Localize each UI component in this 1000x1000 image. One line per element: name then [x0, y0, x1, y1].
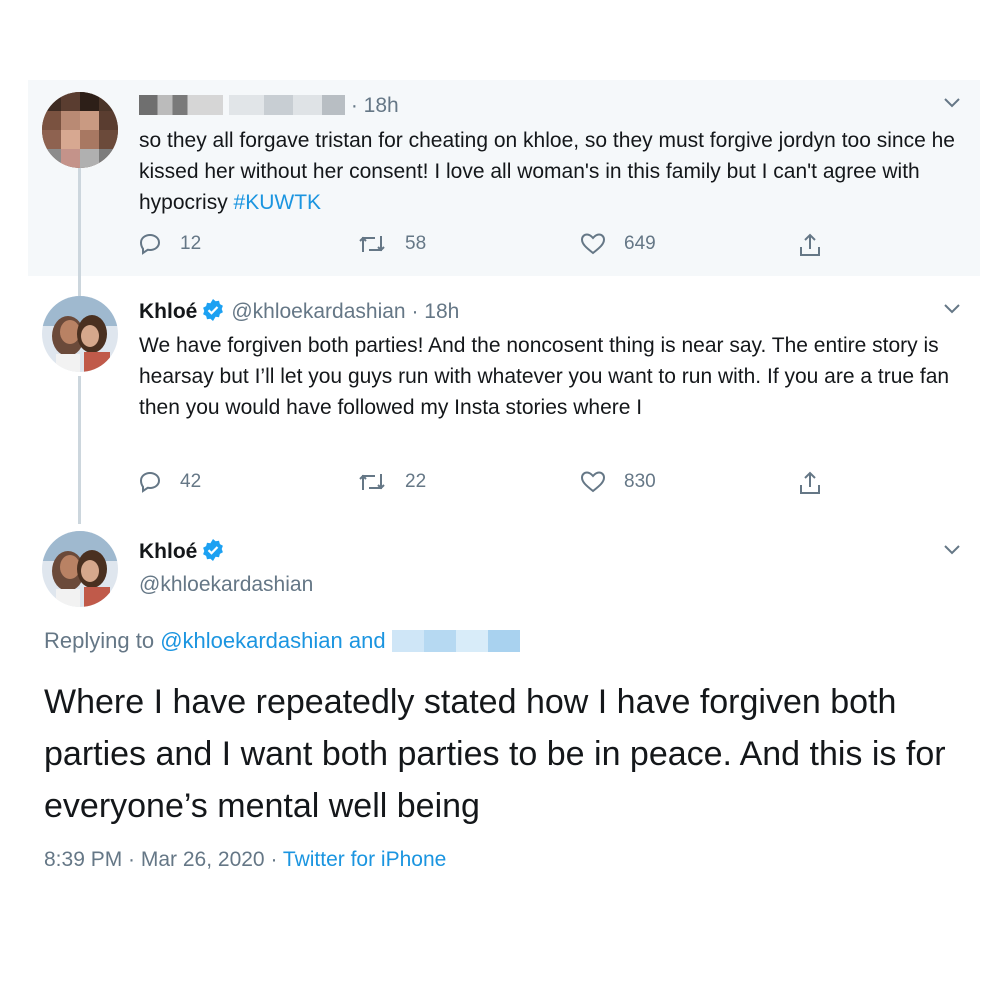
like-icon	[580, 233, 606, 255]
display-name[interactable]: Khloé	[139, 540, 197, 563]
tweet-timestamp[interactable]: 8:39 PM · Mar 26, 2020 ·	[44, 848, 283, 871]
tweet-time[interactable]: · 18h	[411, 300, 459, 323]
replying-to: Replying to @khloekardashian and	[44, 628, 520, 654]
like-count: 649	[624, 233, 656, 254]
blurred-mention	[391, 630, 520, 652]
like-button[interactable]: 649	[580, 232, 656, 256]
user-handle[interactable]: @khloekardashian	[139, 572, 313, 598]
reply-count: 12	[180, 233, 202, 254]
blurred-handle	[229, 95, 345, 115]
verified-badge-icon	[203, 539, 224, 561]
tweet-1-text: so they all forgave tristan for cheating…	[139, 129, 955, 214]
tweet-time[interactable]: · 18h	[351, 94, 399, 117]
reply-button[interactable]: 42	[138, 470, 201, 494]
tweet-2-text: We have forgiven both parties! And the n…	[139, 334, 950, 419]
tweet-meta: 8:39 PM · Mar 26, 2020 · Twitter for iPh…	[44, 848, 446, 872]
reply-icon	[139, 233, 161, 255]
avatar[interactable]	[42, 92, 118, 168]
hashtag-link[interactable]: #KUWTK	[234, 191, 322, 214]
avatar[interactable]	[42, 531, 118, 607]
avatar[interactable]	[42, 296, 118, 372]
chevron-down-icon[interactable]	[943, 544, 961, 556]
retweet-button[interactable]: 22	[357, 470, 426, 494]
like-icon	[580, 471, 606, 493]
tweet-1-header: · 18h	[139, 93, 399, 119]
reply-count: 42	[180, 471, 202, 492]
retweet-icon	[359, 474, 385, 490]
reply-icon	[139, 471, 161, 493]
verified-badge-icon	[203, 299, 224, 321]
user-handle[interactable]: @khloekardashian	[231, 300, 405, 323]
retweet-count: 58	[405, 233, 427, 254]
chevron-down-icon[interactable]	[943, 97, 961, 109]
reply-button[interactable]: 12	[138, 232, 201, 256]
retweet-button[interactable]: 58	[357, 232, 426, 256]
share-icon[interactable]	[798, 470, 822, 496]
thread-line	[78, 376, 81, 524]
display-name[interactable]: Khloé	[139, 300, 197, 323]
share-icon[interactable]	[798, 232, 822, 258]
thread-line	[78, 168, 81, 296]
tweet-3-name-row: Khloé	[139, 538, 231, 565]
tweet-2-header: Khloé @khloekardashian · 18h	[139, 298, 459, 325]
like-count: 830	[624, 471, 656, 492]
mention-link[interactable]: @khloekardashian and	[160, 628, 385, 653]
retweet-count: 22	[405, 471, 427, 492]
chevron-down-icon[interactable]	[943, 303, 961, 315]
like-button[interactable]: 830	[580, 470, 656, 494]
tweet-3-text: Where I have repeatedly stated how I hav…	[44, 683, 946, 825]
blurred-name	[139, 95, 223, 115]
source-link[interactable]: Twitter for iPhone	[283, 848, 446, 871]
retweet-icon	[359, 236, 385, 252]
